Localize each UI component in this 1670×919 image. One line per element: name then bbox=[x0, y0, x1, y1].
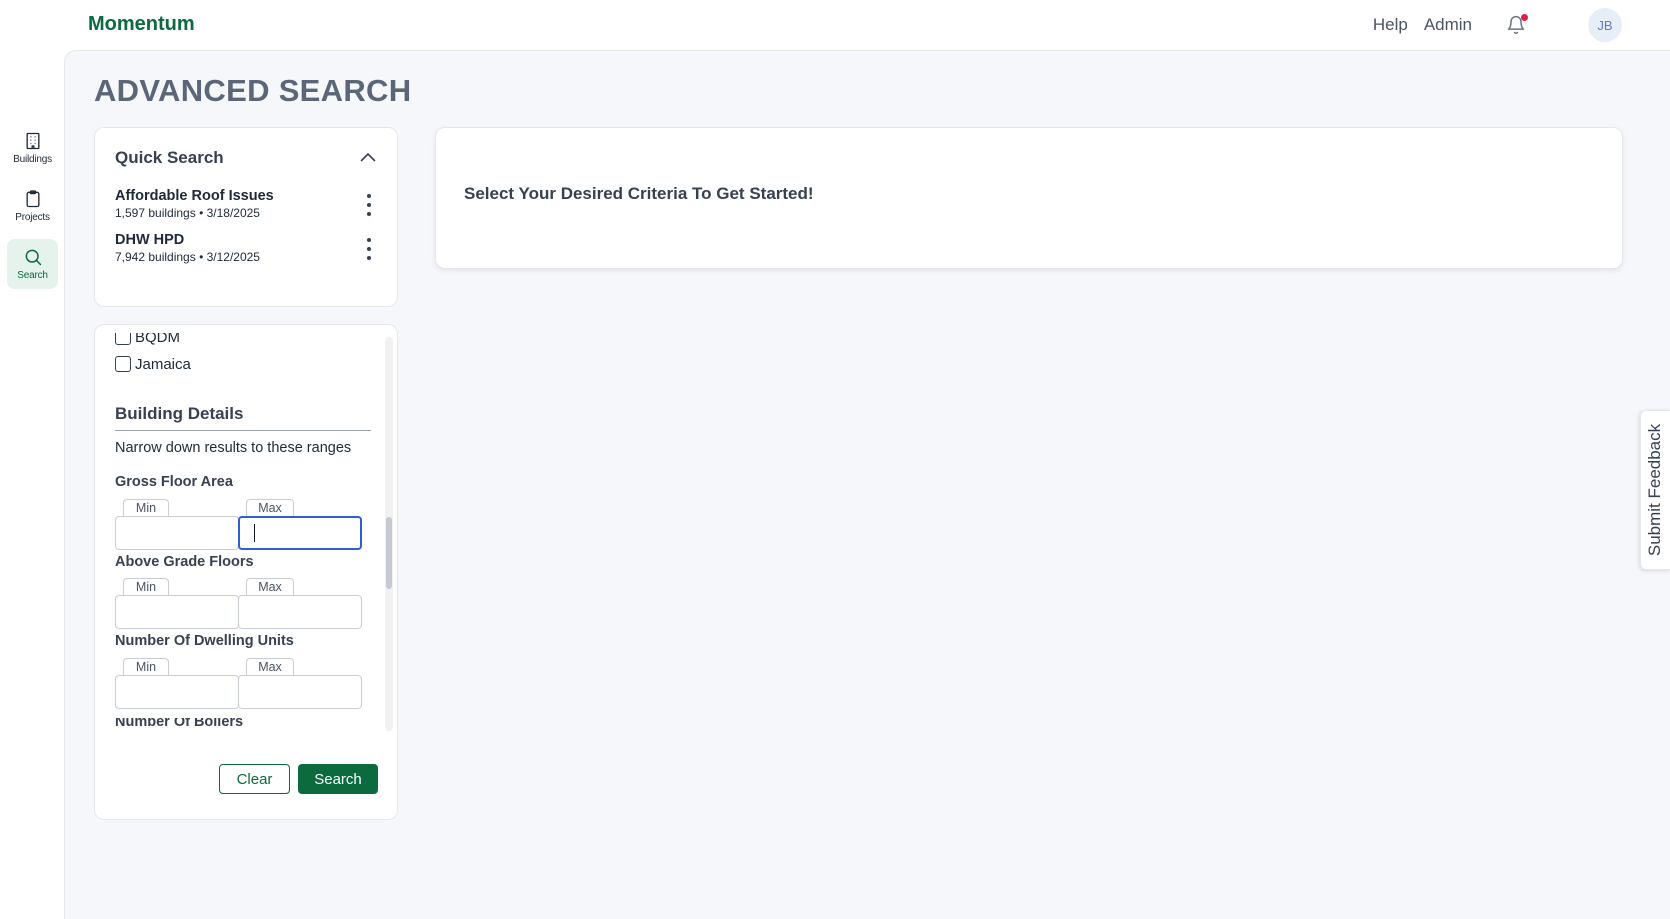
filters-scrollbar[interactable] bbox=[385, 337, 393, 731]
notifications-button[interactable] bbox=[1506, 14, 1528, 35]
nav-item-label: Projects bbox=[15, 212, 50, 223]
top-bar: Momentum Help Admin JB bbox=[0, 0, 1670, 50]
max-tag: Max bbox=[246, 578, 294, 595]
gross-floor-area-max-input[interactable] bbox=[238, 516, 362, 550]
saved-search-item[interactable]: DHW HPD 7,942 buildings • 3/12/2025 bbox=[115, 232, 385, 270]
range-label-dwelling-units: Number Of Dwelling Units bbox=[115, 633, 294, 649]
saved-search-meta: 7,942 buildings • 3/12/2025 bbox=[115, 250, 260, 264]
range-label-above-grade-floors: Above Grade Floors bbox=[115, 554, 254, 570]
max-tag: Max bbox=[246, 499, 294, 516]
min-tag: Min bbox=[123, 578, 169, 595]
submit-feedback-label: Submit Feedback bbox=[1645, 423, 1665, 557]
search-icon bbox=[25, 249, 41, 266]
chevron-up-icon[interactable] bbox=[359, 150, 377, 164]
page-title: ADVANCED SEARCH bbox=[94, 73, 412, 108]
saved-search-meta: 1,597 buildings • 3/18/2025 bbox=[115, 206, 260, 220]
building-details-title: Building Details bbox=[115, 404, 371, 431]
main-content: ADVANCED SEARCH Quick Search Affordable … bbox=[64, 50, 1670, 919]
checkbox-label: BQDM bbox=[135, 333, 180, 346]
above-grade-floors-min-input[interactable] bbox=[115, 595, 239, 629]
checkbox-row-jamaica[interactable]: Jamaica bbox=[115, 354, 191, 374]
clipboard-icon bbox=[26, 190, 39, 208]
gross-floor-area-min-input[interactable] bbox=[115, 516, 239, 550]
quick-search-card: Quick Search Affordable Roof Issues 1,59… bbox=[94, 127, 398, 307]
clear-button[interactable]: Clear bbox=[219, 764, 290, 794]
filters-card: BQDM Jamaica Building Details Narrow dow… bbox=[94, 324, 398, 820]
admin-link[interactable]: Admin bbox=[1424, 15, 1472, 35]
saved-search-name: DHW HPD bbox=[115, 232, 185, 248]
side-nav: Buildings Projects Search bbox=[0, 50, 64, 919]
kebab-menu-icon[interactable] bbox=[361, 238, 377, 260]
results-empty-message: Select Your Desired Criteria To Get Star… bbox=[464, 184, 814, 203]
saved-search-item[interactable]: Affordable Roof Issues 1,597 buildings •… bbox=[115, 188, 385, 226]
min-tag: Min bbox=[123, 499, 169, 516]
submit-feedback-tab[interactable]: Submit Feedback bbox=[1640, 410, 1670, 570]
dwelling-units-min-input[interactable] bbox=[115, 675, 239, 709]
help-link[interactable]: Help bbox=[1373, 15, 1408, 35]
search-button[interactable]: Search bbox=[298, 764, 378, 794]
min-tag: Min bbox=[123, 658, 169, 675]
nav-item-search[interactable]: Search bbox=[7, 239, 58, 289]
checkbox-jamaica[interactable] bbox=[115, 356, 131, 372]
nav-item-buildings[interactable]: Buildings bbox=[7, 123, 58, 173]
quick-search-title: Quick Search bbox=[115, 148, 224, 167]
filters-scroll-area[interactable]: BQDM Jamaica Building Details Narrow dow… bbox=[96, 333, 386, 731]
saved-search-name: Affordable Roof Issues bbox=[115, 188, 274, 204]
notification-dot bbox=[1521, 14, 1528, 21]
brand-logo[interactable]: Momentum bbox=[88, 13, 195, 36]
nav-item-projects[interactable]: Projects bbox=[7, 181, 58, 231]
checkbox-label: Jamaica bbox=[135, 355, 191, 373]
checkbox-row-bqdm[interactable]: BQDM bbox=[115, 333, 180, 347]
above-grade-floors-max-input[interactable] bbox=[238, 595, 362, 629]
kebab-menu-icon[interactable] bbox=[361, 194, 377, 216]
building-details-description: Narrow down results to these ranges bbox=[115, 440, 352, 456]
nav-item-label: Buildings bbox=[13, 154, 52, 165]
results-card: Select Your Desired Criteria To Get Star… bbox=[435, 127, 1623, 269]
range-label-boilers: Number Of Boilers bbox=[115, 718, 244, 726]
text-caret bbox=[254, 524, 255, 542]
range-label-gross-floor-area: Gross Floor Area bbox=[115, 474, 233, 490]
scrollbar-thumb[interactable] bbox=[386, 517, 392, 589]
nav-item-label: Search bbox=[17, 270, 48, 281]
max-tag: Max bbox=[246, 658, 294, 675]
header-actions: Help Admin JB bbox=[1357, 8, 1622, 42]
dwelling-units-max-input[interactable] bbox=[238, 675, 362, 709]
user-avatar[interactable]: JB bbox=[1588, 8, 1622, 42]
building-icon bbox=[26, 132, 39, 150]
checkbox-bqdm[interactable] bbox=[115, 333, 131, 345]
